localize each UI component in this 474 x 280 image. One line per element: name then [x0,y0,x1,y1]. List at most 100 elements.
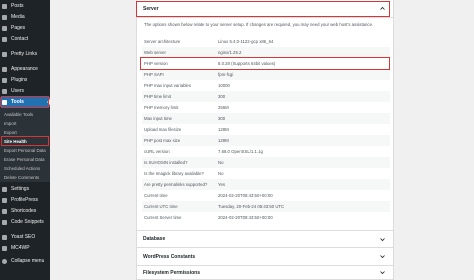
menu-label: Pages [11,25,26,31]
chevron-down-icon [380,255,385,259]
yoast-icon [2,234,7,240]
table-row: Current Server time 2024-02-20T08:43:50+0… [142,212,390,223]
menu-users[interactable]: Users [0,86,50,96]
menu-posts[interactable]: Posts [0,1,50,11]
row-value: 2024-02-20T08:43:50+00:00 [218,215,273,220]
row-value: Linux 5.4.0-1122-gcp x86_64 [218,39,274,44]
row-value: 300 [218,94,226,99]
row-key: Max input time [144,116,172,121]
chevron-down-icon [380,271,385,275]
menu-code-snippets[interactable]: Code Snippets [0,217,50,227]
section-title: Server [143,5,159,12]
section-title: Filesystem Permissions [143,269,200,276]
menu-label: Plugins [11,77,28,83]
row-value: fpm-fcgi [218,72,234,77]
chevron-down-icon [380,237,385,241]
media-icon [2,14,7,20]
menu-label: Code Snippets [11,219,44,225]
table-row: Current UTC time Tuesday, 20-Feb-24 08:43… [142,201,390,212]
plugin-icon [2,77,7,83]
wrench-icon [2,99,7,105]
table-row: Are pretty permalinks supported? Yes [142,179,390,190]
paintbrush-icon [2,66,7,72]
pin-icon [2,3,7,9]
table-row: PHP post max size 128M [142,135,390,146]
table-row: Is SUHOSIN installed? No [142,157,390,168]
menu-pages[interactable]: Pages [0,23,50,33]
table-row: Upload max filesize 128M [142,124,390,135]
menu-label: MC4WP [11,245,30,251]
submenu-site-health[interactable]: Site Health [4,139,27,144]
menu-pretty-links[interactable]: Pretty Links [0,49,50,59]
row-key: PHP max input variables [144,83,191,88]
row-value: 7.68.0 OpenSSL/1.1.1g [218,149,263,154]
menu-label: Tools [11,99,24,105]
submenu-scheduled-actions[interactable]: Scheduled Actions [4,166,40,171]
table-row: PHP time limit 300 [142,91,390,102]
row-key: Upload max filesize [144,127,182,132]
row-value: 2024-02-20T08:43:50+00:00 [218,193,273,198]
row-key: Server architecture [144,39,181,44]
row-value: No [218,171,224,176]
menu-yoast-seo[interactable]: Yoast SEO [0,232,50,242]
menu-media[interactable]: Media [0,12,50,22]
code-icon [2,219,7,225]
submenu-delete-comments[interactable]: Delete Comments [4,175,39,180]
menu-shortcodes[interactable]: Shortcodes [0,206,50,216]
shortcode-icon [2,208,7,214]
row-value: 300 [218,116,226,121]
profile-icon [2,197,7,203]
row-key: PHP post max size [144,138,181,143]
tools-submenu: Available Tools Import Export Site Healt… [0,108,50,182]
settings-icon [2,186,7,192]
menu-label: Media [11,14,25,20]
link-icon [2,51,7,57]
row-key: Current time [144,193,168,198]
accordion-wordpress-constants-header[interactable]: WordPress Constants [137,248,393,266]
mailchimp-icon [2,245,7,251]
menu-label: Yoast SEO [11,234,36,240]
menu-label: Settings [11,186,30,192]
row-key: PHP version [144,61,168,66]
row-value: 8.0.28 (Supports 64bit values) [218,61,276,66]
menu-tools[interactable]: Tools [0,97,50,107]
accordion-server-header[interactable]: Server [137,0,393,18]
chevron-up-icon [380,6,385,10]
menu-settings[interactable]: Settings [0,184,50,194]
section-intro: The options shown below relate to your s… [144,22,374,27]
submenu-erase-personal-data[interactable]: Erase Personal Data [4,157,45,162]
row-key: Is the Imagick library available? [144,171,204,176]
menu-profilepress[interactable]: ProfilePress [0,195,50,205]
row-key: Current UTC time [144,204,178,209]
table-row: Server architecture Linux 5.4.0-1122-gcp … [142,36,390,47]
row-key: Web server [144,50,166,55]
row-value: 128M [218,138,229,143]
menu-plugins[interactable]: Plugins [0,75,50,85]
menu-mc4wp[interactable]: MC4WP [0,243,50,253]
submenu-export-personal-data[interactable]: Export Personal Data [4,148,46,153]
accordion-database-header[interactable]: Database [137,230,393,248]
section-title: WordPress Constants [143,253,196,260]
table-row: cURL version 7.68.0 OpenSSL/1.1.1g [142,146,390,157]
section-title: Database [143,236,166,242]
menu-appearance[interactable]: Appearance [0,64,50,74]
row-key: Is SUHOSIN installed? [144,160,188,165]
menu-label: Users [11,88,25,94]
row-key: cURL version [144,149,170,154]
row-value: Yes [218,182,226,187]
menu-label: Collapse menu [11,258,45,264]
menu-label: Contact [11,36,29,42]
submenu-available-tools[interactable]: Available Tools [4,112,33,117]
accordion-filesystem-permissions-header[interactable]: Filesystem Permissions [137,266,393,280]
collapse-menu-button[interactable]: Collapse menu [0,256,50,266]
row-key: PHP time limit [144,94,171,99]
row-value: 128M [218,127,229,132]
submenu-export[interactable]: Export [4,130,17,135]
row-value: No [218,160,224,165]
menu-contact[interactable]: Contact [0,34,50,44]
pages-icon [2,25,7,31]
row-key: Are pretty permalinks supported? [144,182,208,187]
table-row: Is the Imagick library available? No [142,168,390,179]
submenu-import[interactable]: Import [4,121,16,126]
row-key: PHP memory limit [144,105,179,110]
